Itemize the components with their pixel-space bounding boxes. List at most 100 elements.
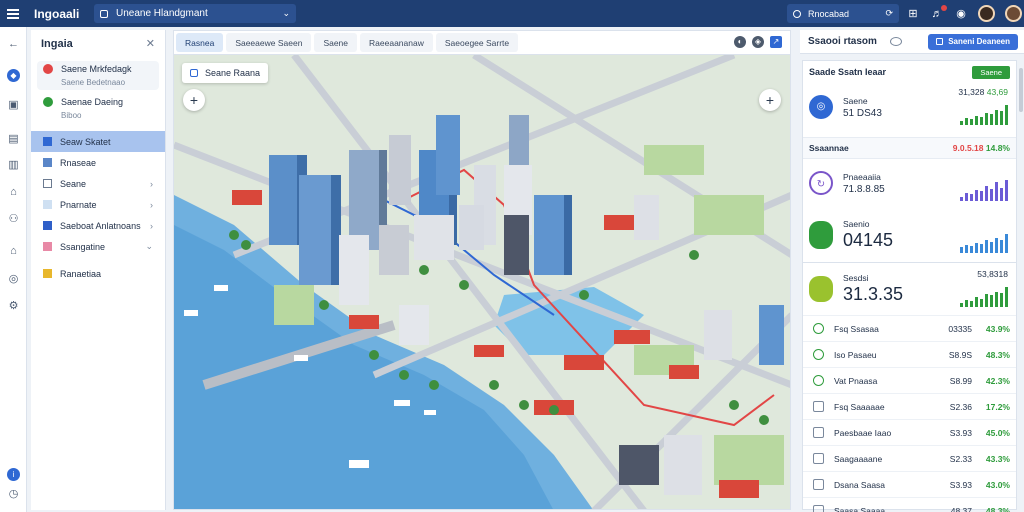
- sidebar-item-5[interactable]: Ssangatine ⌄: [31, 236, 165, 257]
- summary-tag-button[interactable]: Saene: [972, 65, 1010, 79]
- summary-title: Saade Ssatn Ieaar: [809, 67, 887, 77]
- grid-icon[interactable]: ⊞: [906, 7, 920, 21]
- tab-4[interactable]: Saeoegee Sarrte: [435, 33, 519, 52]
- tab-0[interactable]: Rasnea: [176, 33, 224, 52]
- spark-bar: [985, 294, 988, 307]
- spark-bar: [1000, 293, 1003, 307]
- home-icon[interactable]: ⌂: [7, 186, 20, 199]
- list-item[interactable]: Dsana Saasa S3.93 43.0%: [803, 471, 1016, 497]
- expand-icon[interactable]: ↗: [770, 36, 782, 48]
- new-button[interactable]: Saneni Deaneen: [928, 33, 1018, 50]
- list-item-change: 42.3%: [985, 375, 1010, 386]
- settings-icon[interactable]: ⚙: [7, 300, 20, 313]
- sidebar-item-1[interactable]: Rnaseae: [31, 152, 165, 173]
- list-item[interactable]: Saagaaaane S2.33 43.3%: [803, 445, 1016, 471]
- kpi-row-1[interactable]: ↻ Pnaeaaiia 71.8.8.85: [803, 159, 1016, 207]
- avatar[interactable]: [978, 5, 995, 22]
- sidebar-item-label: Saeboat Anlatnoans: [60, 220, 141, 231]
- tab-3[interactable]: Raeeaananaw: [360, 33, 433, 52]
- kpi-row-0[interactable]: ◎ Saene 51 DS43 31,328 43,69: [803, 83, 1016, 131]
- list-item[interactable]: Paesbaae Iaao S3.93 45.0%: [803, 419, 1016, 445]
- search-input[interactable]: Rnocabad ⟳: [787, 4, 899, 23]
- map-icon[interactable]: ◆: [7, 69, 20, 82]
- eye-icon[interactable]: [889, 37, 902, 46]
- top-bar: Ingoaali Uneane Hlandgmant ⌄ Rnocabad ⟳ …: [0, 0, 1024, 27]
- people-icon[interactable]: ⚇: [7, 213, 20, 226]
- bell-icon[interactable]: ♬: [930, 4, 947, 21]
- layers-toggle-icon[interactable]: ◈: [752, 36, 764, 48]
- sidebar-item-0[interactable]: Seaw Skatet: [31, 131, 165, 152]
- app-brand: Ingoaali: [34, 6, 80, 21]
- sidebar-card-subtitle: Saene Bedetnaao: [61, 78, 126, 87]
- square-icon: [813, 453, 824, 464]
- panel-title: Ssaooi rtasom: [808, 36, 877, 47]
- list-item-label: Fsq Ssasaa: [834, 323, 879, 334]
- layers-icon[interactable]: ▣: [7, 99, 20, 112]
- scrollbar[interactable]: [1019, 68, 1023, 112]
- checkbox-icon[interactable]: [43, 179, 52, 188]
- sidebar-card-1[interactable]: Saene Mrkfedagk Saene Bedetnaao: [37, 61, 159, 90]
- list-item[interactable]: Fsq Ssasaa 03335 43.9%: [803, 315, 1016, 341]
- spark-bar: [990, 114, 993, 125]
- spark-bar: [1005, 234, 1008, 253]
- spark-bar: [975, 190, 978, 201]
- chart-icon[interactable]: ▤: [7, 133, 20, 146]
- location-chip[interactable]: Seane Raana: [182, 63, 269, 83]
- spark-bar: [985, 186, 988, 201]
- zoom-in-button[interactable]: +: [183, 89, 205, 111]
- list-item-change: 43.9%: [985, 323, 1010, 334]
- sidebar-item-label: Ranaetiaa: [60, 268, 102, 279]
- bars-icon[interactable]: ▥: [7, 159, 20, 172]
- kpi-row-2[interactable]: Saenio 04145: [803, 211, 1016, 259]
- list-item-label: Saasa Saaaa: [834, 505, 886, 512]
- globe-icon[interactable]: ◎: [7, 273, 20, 286]
- sparkline: [960, 229, 1008, 253]
- list-item[interactable]: Iso Pasaeu S8.9S 48.3%: [803, 341, 1016, 367]
- square-icon: [43, 221, 52, 230]
- chevron-right-icon: ›: [150, 178, 153, 189]
- growth-label: Ssaannae: [809, 143, 849, 153]
- tab-1[interactable]: Saeeaewe Saeen: [226, 33, 312, 52]
- sidebar-item-4[interactable]: Saeboat Anlatnoans ›: [31, 215, 165, 236]
- clock-icon[interactable]: ◷: [7, 488, 20, 501]
- sidebar-item-label: Seane: [60, 178, 87, 189]
- project-selector[interactable]: Uneane Hlandgmant ⌄: [94, 4, 296, 23]
- kpi-pill-icon: [809, 221, 833, 249]
- kpi-value: 71.8.8.85: [843, 183, 885, 195]
- settings-small-icon[interactable]: ⟳: [885, 8, 893, 19]
- spark-bar: [990, 242, 993, 253]
- square-icon: [43, 137, 52, 146]
- store-icon[interactable]: ⌂: [7, 245, 20, 258]
- detail-kpi[interactable]: Sesdsi 31.3.35 53,8318: [803, 265, 1016, 313]
- spark-bar: [975, 297, 978, 307]
- map-view[interactable]: Rasnea Saeeaewe Saeen Saene Raeeaananaw …: [173, 30, 791, 510]
- kpi-value: 04145: [843, 230, 894, 250]
- right-panel: Ssaooi rtasom Saneni Deaneen Saade Ssatn…: [800, 30, 1024, 512]
- spark-bar: [980, 191, 983, 201]
- close-icon[interactable]: ✕: [146, 37, 155, 50]
- list-item[interactable]: Vat Pnaasa S8.99 42.3%: [803, 367, 1016, 393]
- compass-icon[interactable]: ◐: [734, 36, 746, 48]
- back-icon[interactable]: ←: [7, 38, 20, 51]
- sidebar-item-6[interactable]: Ranaetiaa: [31, 263, 165, 284]
- tab-2[interactable]: Saene: [314, 33, 358, 52]
- list-item-change: 45.0%: [985, 427, 1010, 438]
- kpi-circle-icon: ◎: [809, 95, 833, 119]
- add-marker-button[interactable]: +: [759, 89, 781, 111]
- menu-icon[interactable]: [0, 12, 26, 15]
- sidebar-item-2[interactable]: Seane ›: [31, 173, 165, 194]
- info-icon[interactable]: i: [7, 468, 20, 481]
- new-button-label: Saneni Deaneen: [948, 37, 1010, 46]
- list-item[interactable]: Fsq Saaaaae S2.36 17.2%: [803, 393, 1016, 419]
- sidebar-item-3[interactable]: Pnarnate ›: [31, 194, 165, 215]
- chevron-right-icon: ›: [150, 199, 153, 210]
- sidebar-header: Ingaia ✕: [31, 30, 165, 57]
- summary-card: Saade Ssatn Ieaar Saene ◎ Saene 51 DS43 3…: [802, 60, 1017, 282]
- sparkline: [960, 177, 1008, 201]
- list-item[interactable]: Saasa Saaaa 48.37 48.3%: [803, 497, 1016, 512]
- sidebar-card-2[interactable]: Saenae Daeing Biboo: [37, 94, 159, 123]
- help-icon[interactable]: ◉: [954, 7, 968, 21]
- list-item-value: 48.37: [950, 505, 972, 512]
- avatar-secondary[interactable]: [1005, 5, 1022, 22]
- project-icon: [100, 9, 108, 18]
